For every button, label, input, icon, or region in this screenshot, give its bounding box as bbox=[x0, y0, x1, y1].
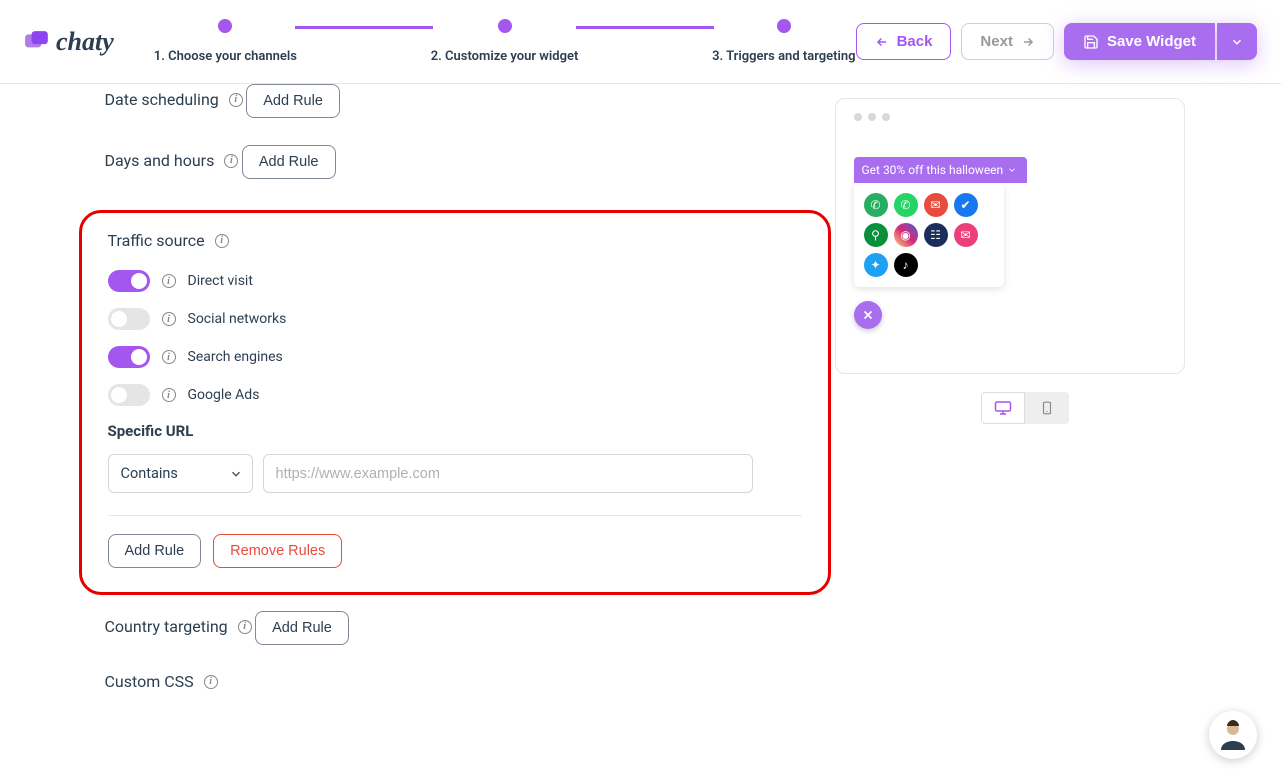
section-custom-css: Custom CSS i bbox=[75, 672, 835, 727]
toggle-label: Social networks bbox=[188, 311, 287, 327]
desktop-preview-button[interactable] bbox=[981, 392, 1025, 424]
toggle-google ads[interactable] bbox=[108, 384, 150, 406]
twitter-icon[interactable]: ✦ bbox=[864, 253, 888, 277]
url-match-select[interactable]: Contains bbox=[108, 454, 253, 493]
promo-banner: Get 30% off this halloween bbox=[854, 157, 1028, 183]
section-title: Days and hours bbox=[105, 151, 215, 170]
maps-icon[interactable]: ⚲ bbox=[864, 223, 888, 247]
section-traffic-source: Traffic source i i Direct visit i Social… bbox=[79, 210, 831, 595]
info-icon[interactable]: i bbox=[215, 234, 229, 248]
specific-url-input[interactable] bbox=[263, 454, 753, 493]
instagram-icon[interactable]: ◉ bbox=[894, 223, 918, 247]
brand-name: chaty bbox=[56, 27, 114, 57]
info-icon[interactable]: i bbox=[238, 620, 252, 634]
traffic-source-option: i Direct visit bbox=[108, 270, 802, 292]
desktop-icon bbox=[994, 399, 1012, 417]
remove-rules-button[interactable]: Remove Rules bbox=[213, 534, 342, 568]
toggle-search engines[interactable] bbox=[108, 346, 150, 368]
back-button[interactable]: Back bbox=[856, 23, 952, 60]
tiktok-icon[interactable]: ♪ bbox=[894, 253, 918, 277]
add-rule-button[interactable]: Add Rule bbox=[246, 84, 340, 118]
toggle-social networks[interactable] bbox=[108, 308, 150, 330]
whatsapp-icon[interactable]: ✆ bbox=[894, 193, 918, 217]
info-icon[interactable]: i bbox=[162, 388, 176, 402]
save-icon bbox=[1083, 34, 1099, 50]
messenger-icon[interactable]: ✔ bbox=[954, 193, 978, 217]
info-icon[interactable]: i bbox=[204, 675, 218, 689]
add-rule-button[interactable]: Add Rule bbox=[242, 145, 336, 179]
save-widget-button[interactable]: Save Widget bbox=[1064, 23, 1215, 60]
traffic-source-option: i Google Ads bbox=[108, 384, 802, 406]
chaty-icon bbox=[24, 29, 50, 55]
close-widget-button[interactable] bbox=[854, 301, 882, 329]
chevron-down-icon bbox=[1007, 165, 1017, 175]
wizard-steps: 1. Choose your channels 2. Customize you… bbox=[154, 19, 856, 64]
section-country-targeting: Country targeting i Add Rule bbox=[75, 611, 835, 672]
mobile-icon bbox=[1040, 399, 1054, 417]
toggle-label: Direct visit bbox=[188, 273, 253, 289]
add-rule-button[interactable]: Add Rule bbox=[108, 534, 202, 568]
channels-popup: ✆✆✉✔⚲◉☷✉✦♪ bbox=[854, 183, 1004, 287]
brand-logo: chaty bbox=[24, 27, 114, 57]
specific-url-heading: Specific URL bbox=[108, 422, 802, 440]
traffic-source-option: i Search engines bbox=[108, 346, 802, 368]
close-icon bbox=[861, 308, 875, 322]
info-icon[interactable]: i bbox=[229, 93, 243, 107]
mobile-preview-button[interactable] bbox=[1025, 392, 1069, 424]
arrow-right-icon bbox=[1021, 35, 1035, 49]
section-title: Traffic source bbox=[108, 231, 205, 250]
sms-icon[interactable]: ✉ bbox=[954, 223, 978, 247]
traffic-source-option: i Social networks bbox=[108, 308, 802, 330]
add-rule-button[interactable]: Add Rule bbox=[255, 611, 349, 645]
info-icon[interactable]: i bbox=[162, 312, 176, 326]
section-date-scheduling: Date scheduling i Add Rule bbox=[75, 84, 835, 145]
phone-icon[interactable]: ✆ bbox=[864, 193, 888, 217]
app-header: chaty 1. Choose your channels 2. Customi… bbox=[0, 0, 1281, 84]
section-days-hours: Days and hours i Add Rule bbox=[75, 145, 835, 206]
device-preview-toggle bbox=[835, 392, 1215, 424]
arrow-left-icon bbox=[875, 35, 889, 49]
section-title: Date scheduling bbox=[105, 90, 219, 109]
next-button[interactable]: Next bbox=[961, 23, 1054, 60]
save-dropdown-button[interactable] bbox=[1217, 23, 1257, 60]
step-1[interactable]: 1. Choose your channels bbox=[154, 19, 297, 64]
chevron-down-icon bbox=[1230, 35, 1244, 49]
toggle-direct visit[interactable] bbox=[108, 270, 150, 292]
email-icon[interactable]: ✉ bbox=[924, 193, 948, 217]
toggle-label: Google Ads bbox=[188, 387, 260, 403]
section-title: Country targeting bbox=[105, 617, 228, 636]
step-2[interactable]: 2. Customize your widget bbox=[431, 19, 579, 64]
person-icon bbox=[1215, 717, 1251, 753]
contact-icon[interactable]: ☷ bbox=[924, 223, 948, 247]
toggle-label: Search engines bbox=[188, 349, 283, 365]
step-3[interactable]: 3. Triggers and targeting bbox=[712, 19, 856, 64]
info-icon[interactable]: i bbox=[224, 154, 238, 168]
support-avatar[interactable] bbox=[1209, 711, 1257, 759]
preview-panel: Get 30% off this halloween ✆✆✉✔⚲◉☷✉✦♪ bbox=[835, 84, 1215, 767]
section-title: Custom CSS bbox=[105, 672, 194, 691]
window-dots bbox=[850, 113, 1170, 121]
info-icon[interactable]: i bbox=[162, 274, 176, 288]
header-actions: Back Next Save Widget bbox=[856, 23, 1257, 60]
info-icon[interactable]: i bbox=[162, 350, 176, 364]
